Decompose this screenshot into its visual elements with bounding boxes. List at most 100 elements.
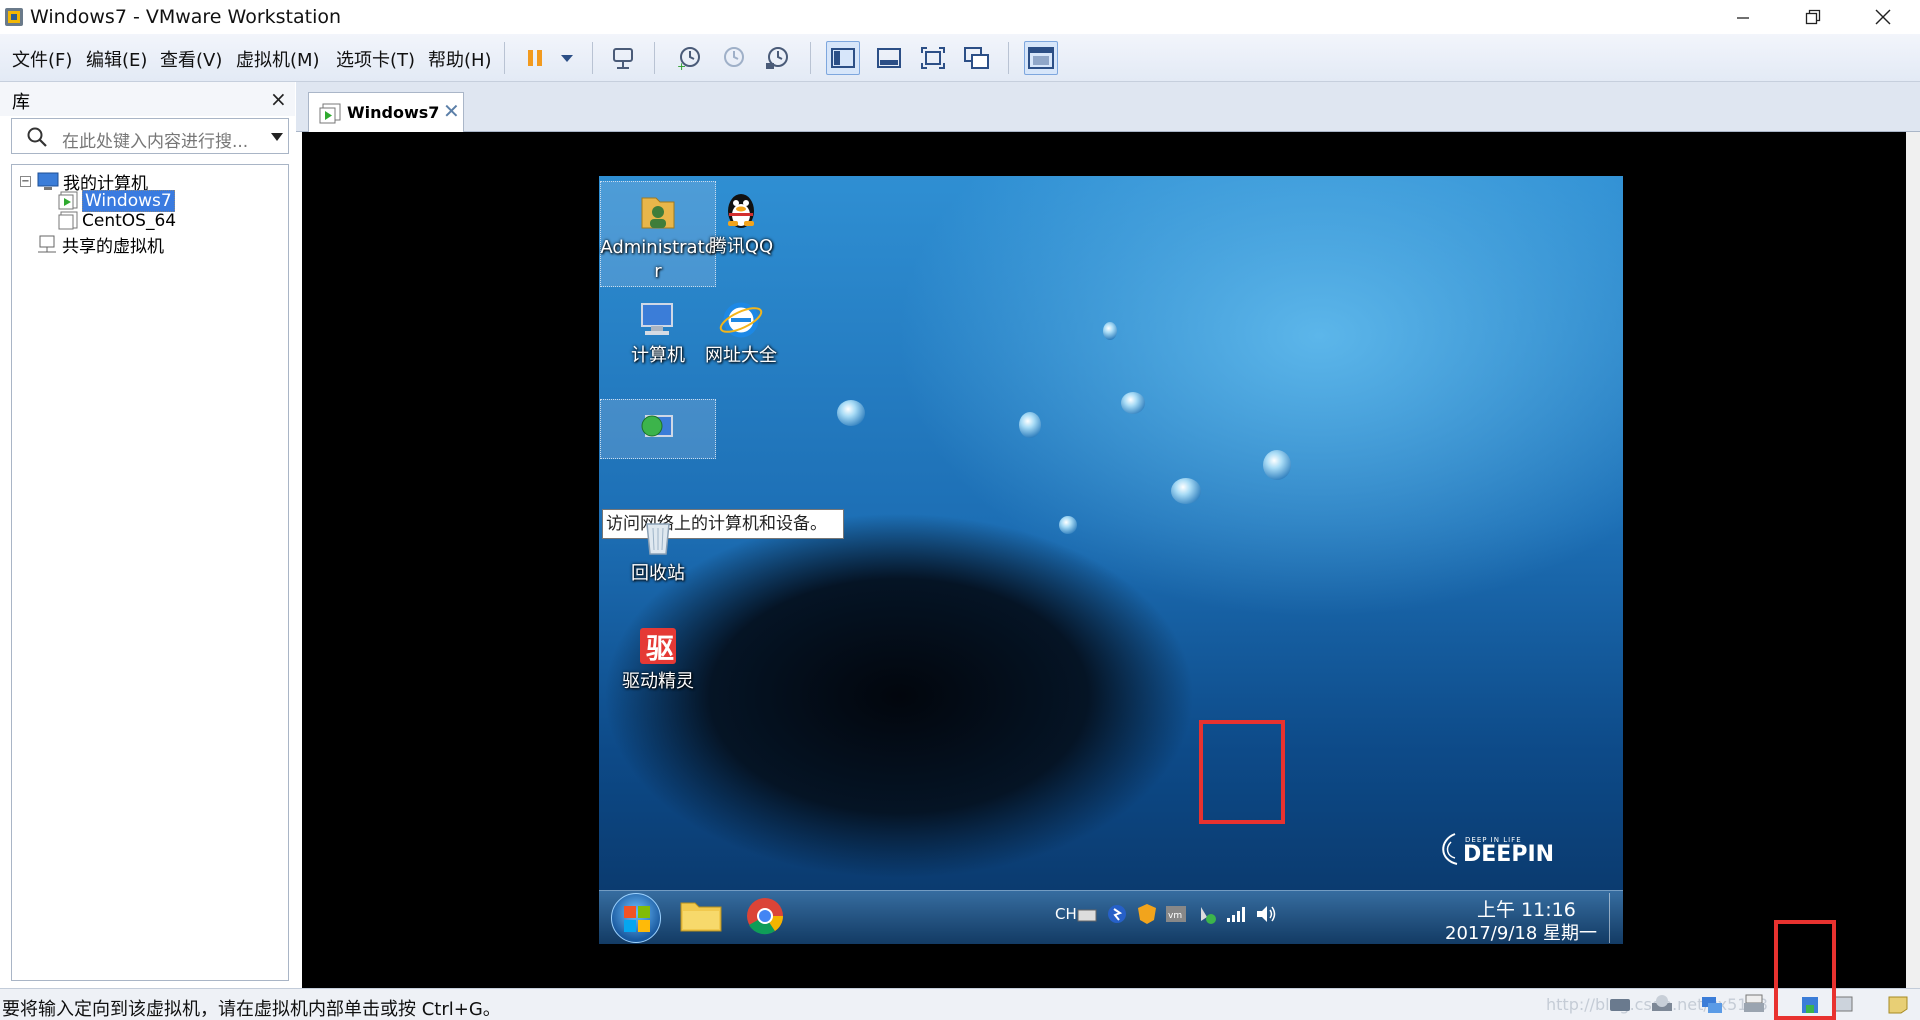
unity-button[interactable] (960, 41, 994, 75)
close-button[interactable] (1860, 0, 1906, 34)
shared-vms-icon (38, 235, 56, 252)
network-adapter-device-icon[interactable] (1700, 993, 1724, 1017)
hard-disk-device-icon[interactable] (1608, 993, 1632, 1017)
vm-console[interactable]: Administrato r 腾讯QQ 计算机 网址大全 网络 访问网络上的计算… (302, 132, 1916, 988)
show-library-button[interactable] (826, 41, 860, 75)
title-bar: Windows7 - VMware Workstation (0, 0, 1920, 34)
tab-label: Windows7 (347, 103, 440, 122)
status-bar: 要将输入定向到该虚拟机，请在虚拟机内部单击或按 Ctrl+G。 http://b… (0, 988, 1920, 1020)
unity-icon (964, 47, 989, 69)
vm-running-icon (58, 191, 78, 210)
desktop-icon-recycle-bin[interactable]: 回收站 (600, 508, 716, 614)
library-search-input[interactable]: 在此处键入内容进行搜... (11, 118, 289, 154)
console-view-button[interactable] (1024, 41, 1058, 75)
library-tree: − 我的计算机 Windows7 CentOS_64 共享的虚拟机 (11, 164, 289, 981)
toolbar-separator (592, 42, 593, 74)
wallpaper-drop (1019, 412, 1041, 438)
pause-button[interactable] (518, 41, 552, 75)
windows-logo-icon (624, 906, 650, 932)
tree-node-centos[interactable]: CentOS_64 (58, 211, 176, 231)
printer-device-icon[interactable] (1742, 993, 1766, 1017)
snapshot-take-button[interactable]: + (672, 41, 706, 75)
status-message: 要将输入定向到该虚拟机，请在虚拟机内部单击或按 Ctrl+G。 (2, 999, 501, 1020)
vmware-app-icon (5, 8, 23, 26)
desktop-icon-label: 回收站 (631, 563, 685, 584)
desktop-icon-qq[interactable]: 腾讯QQ (683, 181, 799, 287)
start-button[interactable] (611, 893, 661, 943)
cd-drive-device-icon[interactable] (1650, 993, 1674, 1017)
snapshot-manager-button[interactable] (760, 41, 794, 75)
network-signal-icon[interactable] (1225, 905, 1247, 923)
snapshot-take-icon: + (677, 47, 700, 71)
toolbar-separator (654, 42, 655, 74)
minimize-button[interactable] (1720, 0, 1766, 34)
driver-genius-icon: 驱 (640, 628, 676, 665)
desktop-icon-label: 驱动精灵 (622, 671, 694, 692)
vmware-tools-icon[interactable]: vm (1165, 905, 1187, 923)
power-dropdown-button[interactable] (552, 41, 582, 75)
taskbar-chrome-button[interactable] (745, 896, 789, 940)
clock-time: 上午 11:16 (1477, 899, 1576, 921)
fullscreen-icon (921, 47, 945, 69)
search-icon (27, 127, 47, 147)
library-close-button[interactable]: × (270, 87, 287, 111)
desktop-icon-network[interactable]: 网络 (600, 399, 716, 459)
menu-tabs[interactable]: 选项卡(T) (336, 46, 415, 72)
console-view-icon (1028, 47, 1054, 69)
tab-strip: Windows7 ✕ (296, 82, 1920, 133)
wallpaper-drop (837, 400, 865, 426)
restore-button[interactable] (1790, 0, 1836, 34)
tree-node-windows7[interactable]: Windows7 (58, 190, 175, 212)
svg-text:vm: vm (1168, 911, 1182, 921)
window-title: Windows7 - VMware Workstation (30, 6, 342, 28)
keyboard-icon[interactable] (1077, 907, 1097, 923)
library-header: 库 × (0, 82, 295, 116)
chrome-icon (747, 898, 783, 935)
menu-view[interactable]: 查看(V) (160, 46, 222, 72)
wallpaper-drop (1263, 450, 1291, 480)
toolbar-separator (504, 42, 505, 74)
fullscreen-button[interactable] (916, 41, 950, 75)
annotation-highlight-status-icon (1774, 920, 1836, 1020)
toolbar-separator (1008, 42, 1009, 74)
tree-label-centos: CentOS_64 (82, 211, 177, 231)
tree-node-shared-vms[interactable]: 共享的虚拟机 (36, 232, 164, 257)
menu-help[interactable]: 帮助(H) (428, 46, 492, 72)
search-dropdown-icon[interactable] (270, 132, 284, 142)
svg-text:驱: 驱 (646, 632, 674, 665)
qq-penguin-icon (728, 194, 754, 228)
snapshot-revert-icon (724, 47, 744, 67)
desktop-icon-label: 计算机 (631, 345, 685, 366)
tree-label-shared: 共享的虚拟机 (62, 237, 164, 257)
wallpaper-drop (1103, 322, 1117, 340)
menu-edit[interactable]: 编辑(E) (86, 46, 147, 72)
desktop-icon-driver-genius[interactable]: 驱 驱动精灵 (600, 616, 716, 722)
tray-app-icon[interactable] (1107, 903, 1127, 925)
guest-desktop[interactable]: Administrato r 腾讯QQ 计算机 网址大全 网络 访问网络上的计算… (599, 176, 1623, 944)
tree-collapse-icon[interactable]: − (20, 176, 31, 187)
recycle-bin-icon (646, 523, 670, 555)
vm-running-icon (319, 103, 341, 124)
tab-windows7[interactable]: Windows7 ✕ (308, 92, 464, 133)
desktop-icon-web-portal[interactable]: 网址大全 (683, 290, 799, 396)
dropdown-icon (561, 55, 573, 62)
menu-file[interactable]: 文件(F) (12, 46, 72, 72)
network-globe-icon (641, 415, 673, 437)
thumbnail-bar-button[interactable] (872, 41, 906, 75)
minimize-icon (1737, 17, 1749, 19)
menu-vm[interactable]: 虚拟机(M) (236, 46, 320, 72)
tab-close-button[interactable]: ✕ (443, 99, 460, 123)
volume-icon[interactable] (1255, 903, 1277, 925)
vertical-scrollbar[interactable] (1906, 132, 1920, 988)
show-desktop-button[interactable] (1609, 893, 1621, 943)
snapshot-revert-button[interactable] (716, 41, 750, 75)
action-center-icon[interactable] (1199, 905, 1217, 925)
send-ctrl-alt-del-icon (613, 48, 633, 69)
desktop-icon-label: 网址大全 (705, 345, 777, 366)
brand-name: DEEPIN (1463, 842, 1555, 867)
security-shield-icon[interactable] (1137, 903, 1157, 925)
send-ctrl-alt-del-button[interactable] (606, 41, 640, 75)
input-language-indicator[interactable]: CH (1055, 905, 1077, 923)
taskbar-explorer-button[interactable] (679, 895, 725, 941)
message-log-icon[interactable] (1886, 993, 1910, 1017)
